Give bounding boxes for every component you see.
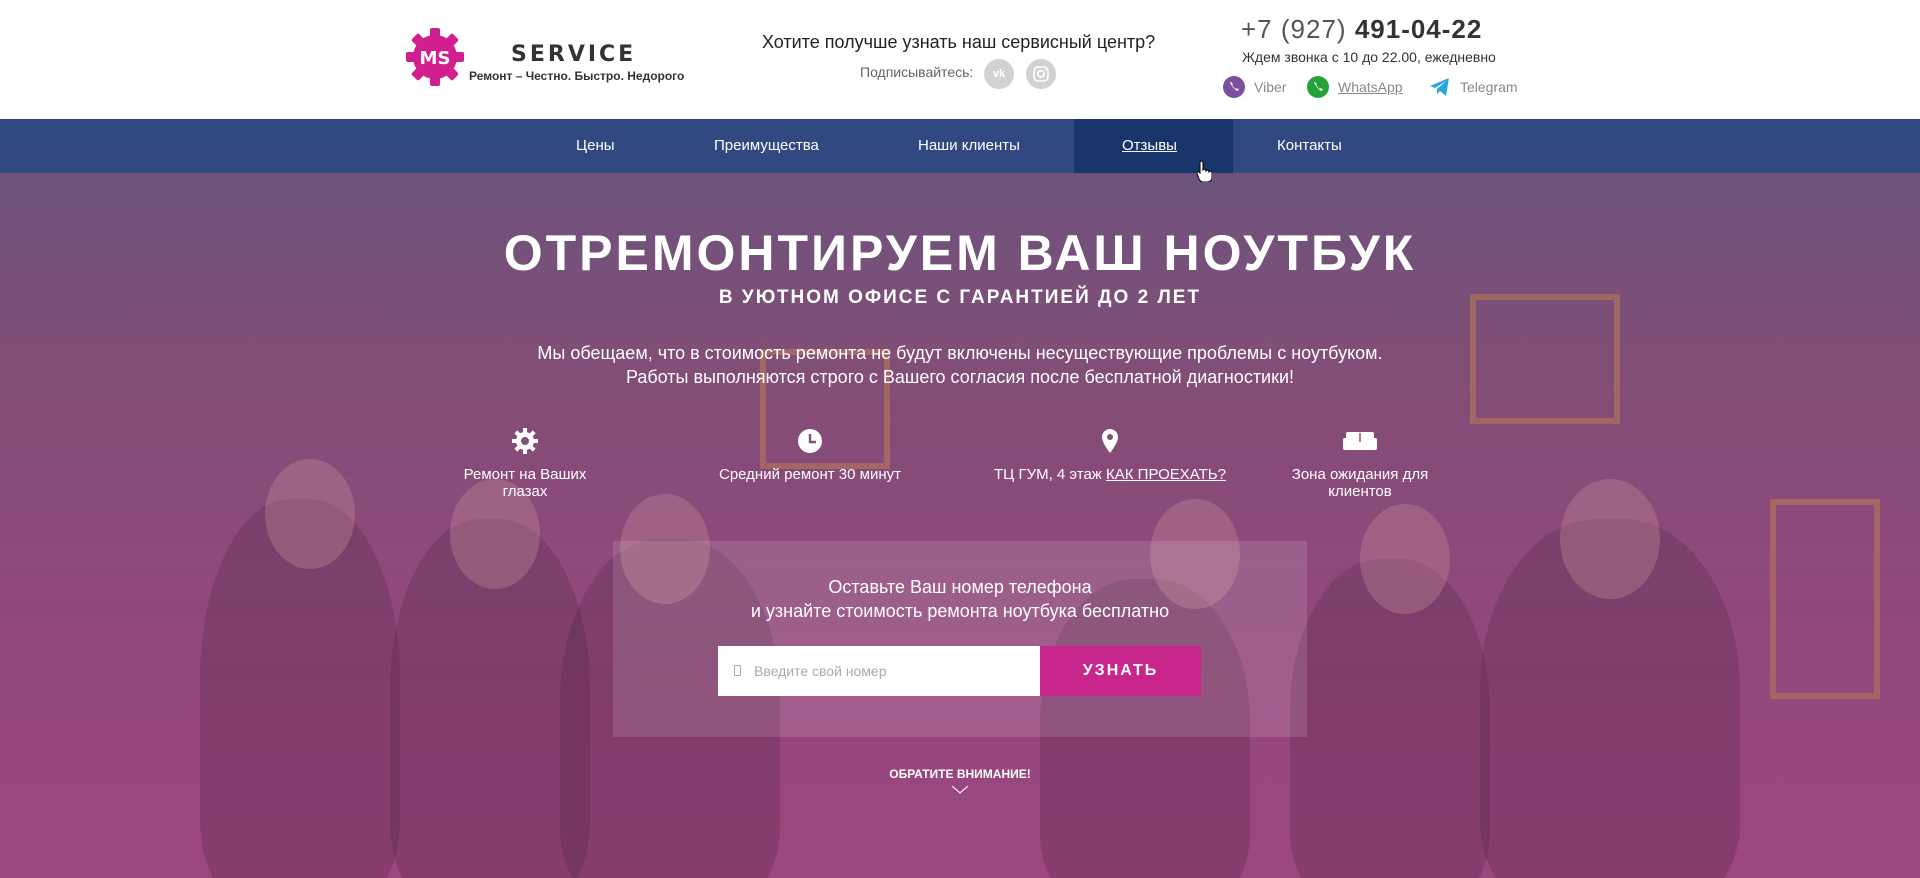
hand-cursor-icon — [1196, 160, 1212, 182]
directions-link[interactable]: КАК ПРОЕХАТЬ? — [1106, 466, 1226, 483]
viber-icon — [1223, 76, 1245, 98]
phone-number[interactable]: +7 (927) 491-04-22 — [1241, 14, 1482, 45]
feature-repair-in-front: Ремонт на Ваших глазах — [440, 426, 610, 500]
submit-button[interactable]: УЗНАТЬ — [1040, 646, 1201, 696]
instagram-icon[interactable] — [1026, 59, 1056, 89]
nav-item-contacts[interactable]: Контакты — [1277, 137, 1342, 154]
nav-item-advantages[interactable]: Преимущества — [714, 137, 819, 154]
phone-prefix: +7 (927) — [1241, 14, 1347, 44]
sofa-icon — [1343, 432, 1377, 450]
feature-text: Ремонт на Ваших глазах — [463, 466, 587, 500]
feature-location: ТЦ ГУМ, 4 этаж КАК ПРОЕХАТЬ? — [990, 426, 1230, 483]
chevron-down-icon[interactable] — [951, 785, 969, 795]
feature-text: ТЦ ГУМ, 4 этаж — [994, 466, 1102, 483]
nav-item-prices[interactable]: Цены — [576, 137, 615, 154]
phone-main: 491-04-22 — [1354, 14, 1483, 44]
phone-input[interactable] — [718, 646, 1040, 696]
logo-text: MS — [420, 48, 451, 69]
callback-form: Оставьте Ваш номер телефона и узнайте ст… — [613, 541, 1307, 737]
main-nav: Цены Преимущества Наши клиенты Отзывы Ко… — [0, 119, 1920, 173]
whatsapp-label: WhatsApp — [1338, 79, 1403, 95]
feature-waiting-area: Зона ожидания для клиентов — [1272, 426, 1448, 500]
telegram-label: Telegram — [1460, 79, 1518, 95]
feature-text: Средний ремонт 30 минут — [718, 466, 901, 483]
telegram-icon — [1430, 78, 1449, 96]
site-header: MS SERVICE Ремонт – Честно. Быстро. Недо… — [0, 0, 1920, 119]
hero-section: Цены Преимущества Наши клиенты Отзывы Ко… — [0, 119, 1920, 878]
subscribe-label: Подписывайтесь: — [860, 64, 974, 80]
map-pin-icon — [1102, 429, 1118, 453]
whatsapp-link[interactable]: WhatsApp — [1306, 75, 1403, 99]
working-hours: Ждем звонка с 10 до 22.00, ежедневно — [1242, 49, 1496, 65]
brand-tagline: Ремонт – Честно. Быстро. Недорого — [469, 69, 685, 83]
feature-avg-repair: Средний ремонт 30 минут — [715, 426, 905, 483]
hero-title: ОТРЕМОНТИРУЕМ ВАШ НОУТБУК — [503, 225, 1417, 281]
hero-subtitle: В УЮТНОМ ОФИСЕ С ГАРАНТИЕЙ ДО 2 ЛЕТ — [718, 287, 1202, 308]
whatsapp-icon — [1307, 76, 1329, 98]
viber-link[interactable]: Viber — [1222, 75, 1286, 99]
hero-lead: Мы обещаем, что в стоимость ремонта не б… — [0, 341, 1920, 389]
nav-item-reviews[interactable]: Отзывы — [1122, 137, 1177, 154]
phone-icon — [734, 665, 741, 676]
hero-lead-line1: Мы обещаем, что в стоимость ремонта не б… — [537, 343, 1383, 363]
viber-label: Viber — [1254, 79, 1287, 95]
form-title-line2: и узнайте стоимость ремонта ноутбука бес… — [750, 601, 1170, 621]
feature-text: Зона ожидания для клиентов — [1291, 466, 1429, 500]
gear-icon — [512, 428, 538, 454]
clock-icon — [798, 429, 822, 453]
form-title-line1: Оставьте Ваш номер телефона — [828, 577, 1092, 597]
nav-item-clients[interactable]: Наши клиенты — [918, 137, 1020, 154]
hero-lead-line2: Работы выполняются строго с Вашего согла… — [625, 367, 1295, 387]
attention-label[interactable]: ОБРАТИТЕ ВНИМАНИЕ! — [0, 767, 1920, 781]
instagram-glyph — [1033, 66, 1049, 82]
form-title: Оставьте Ваш номер телефона и узнайте ст… — [613, 575, 1307, 623]
vk-icon[interactable]: vk — [984, 59, 1014, 89]
brand-name[interactable]: SERVICE — [511, 42, 636, 67]
telegram-link[interactable]: Telegram — [1428, 75, 1518, 99]
header-question: Хотите получше узнать наш сервисный цент… — [762, 32, 1156, 52]
vk-icon-label: vk — [992, 68, 1006, 80]
logo-icon[interactable]: MS — [404, 26, 466, 88]
